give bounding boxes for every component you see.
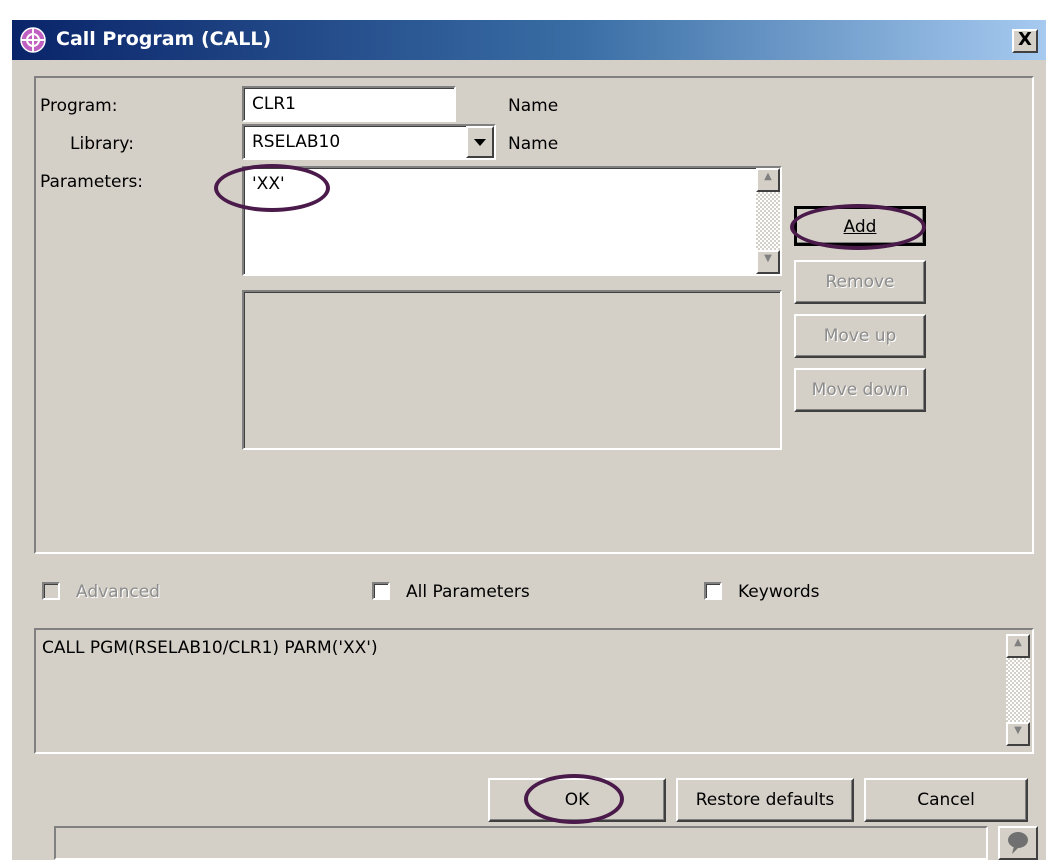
dropdown-button[interactable] (466, 126, 494, 158)
program-name-hint: Name (508, 96, 559, 116)
remove-button[interactable]: Remove (794, 260, 926, 304)
library-dropdown[interactable]: RSELAB10 (242, 124, 496, 160)
window-title: Call Program (CALL) (56, 28, 272, 50)
status-bar (54, 826, 988, 860)
scroll-down-icon[interactable]: ▼ (1006, 722, 1030, 746)
command-preview-box[interactable]: CALL PGM(RSELAB10/CLR1) PARM('XX') ▲ ▼ (34, 628, 1034, 754)
parameter-list[interactable] (242, 290, 782, 450)
highlight-ellipse-add (790, 204, 926, 250)
program-input[interactable]: CLR1 (242, 86, 456, 122)
scroll-up-icon[interactable]: ▲ (1006, 634, 1030, 658)
library-dropdown-value: RSELAB10 (252, 132, 341, 152)
speech-bubble-icon (1008, 832, 1028, 854)
scroll-down-icon[interactable]: ▼ (756, 250, 780, 274)
all-parameters-checkbox[interactable] (372, 582, 390, 600)
help-button[interactable] (998, 826, 1038, 860)
parameter-input-scrollbar[interactable]: ▲ ▼ (756, 168, 780, 274)
program-label: Program: (40, 96, 118, 116)
close-button[interactable]: X (1012, 29, 1038, 53)
highlight-ellipse-ok (524, 774, 624, 824)
scroll-up-icon[interactable]: ▲ (756, 168, 780, 192)
keywords-label: Keywords (738, 582, 820, 602)
crosshair-logo-icon (19, 26, 47, 54)
move-down-button[interactable]: Move down (794, 368, 926, 412)
all-parameters-label: All Parameters (406, 582, 530, 602)
library-label: Library: (70, 134, 134, 154)
library-name-hint: Name (508, 134, 559, 154)
parameters-label: Parameters: (40, 172, 144, 192)
advanced-label: Advanced (76, 582, 160, 602)
highlight-ellipse-parameter (214, 164, 330, 212)
move-up-button[interactable]: Move up (794, 314, 926, 358)
restore-defaults-button[interactable]: Restore defaults (676, 778, 854, 822)
keywords-checkbox[interactable] (704, 582, 722, 600)
advanced-checkbox[interactable] (42, 582, 60, 600)
chevron-down-icon (474, 139, 486, 146)
command-preview-scrollbar[interactable]: ▲ ▼ (1006, 634, 1030, 746)
command-preview-text: CALL PGM(RSELAB10/CLR1) PARM('XX') (42, 638, 378, 658)
cancel-button[interactable]: Cancel (864, 778, 1028, 822)
program-input-value: CLR1 (252, 94, 296, 114)
